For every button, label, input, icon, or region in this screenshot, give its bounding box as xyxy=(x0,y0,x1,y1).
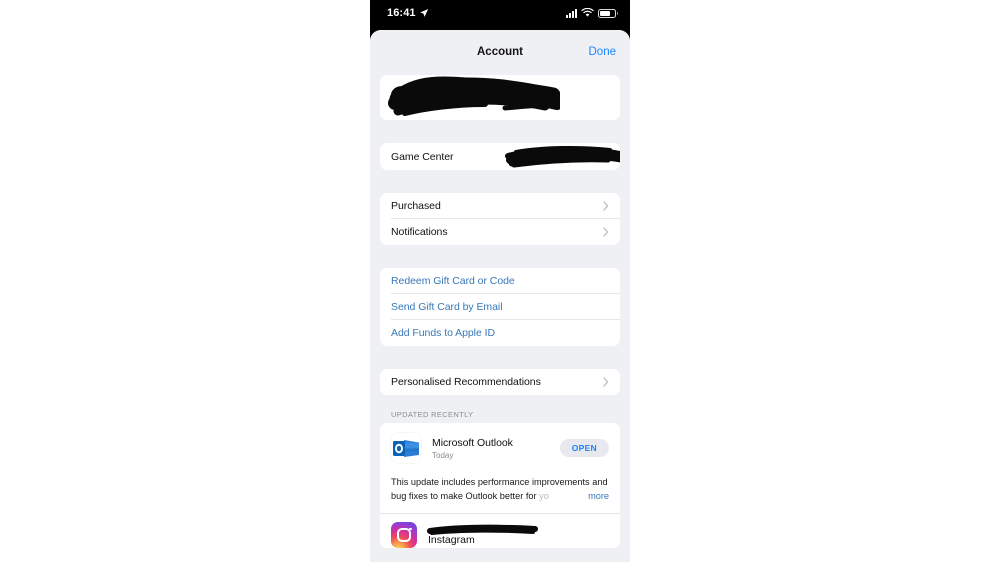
personalised-recommendations-card: Personalised Recommendations xyxy=(380,369,620,395)
game-center-row[interactable]: Game Center xyxy=(380,143,620,170)
sidebar-item-notifications[interactable]: Notifications xyxy=(380,219,620,245)
release-notes-line-1: This update includes performance improve… xyxy=(391,477,590,487)
open-button[interactable]: OPEN xyxy=(559,439,609,457)
app-release-notes: This update includes performance improve… xyxy=(380,471,620,513)
send-gift-card-button[interactable]: Send Gift Card by Email xyxy=(380,294,620,320)
more-link[interactable]: more xyxy=(582,489,609,503)
sidebar-item-personalised-recommendations[interactable]: Personalised Recommendations xyxy=(380,369,620,395)
redeem-gift-card-label: Redeem Gift Card or Code xyxy=(391,275,515,287)
app-meta: Microsoft Outlook Today xyxy=(432,437,560,460)
iphone-device-frame: 16:41 Account Done Game Center Purchased… xyxy=(370,0,630,562)
app-name: Microsoft Outlook xyxy=(432,436,513,449)
section-header-updated-recently: UPDATED RECENTLY xyxy=(391,410,474,419)
settings-scroll-content[interactable]: Game Center Purchased Notifications Rede… xyxy=(370,75,630,562)
location-arrow-icon xyxy=(420,9,429,17)
microsoft-outlook-icon xyxy=(391,433,421,463)
add-funds-button[interactable]: Add Funds to Apple ID xyxy=(380,320,620,346)
status-bar-time: 16:41 xyxy=(387,7,416,19)
status-bar-indicators xyxy=(566,8,618,18)
navigation-bar: Account Done xyxy=(370,30,630,75)
notifications-label: Notifications xyxy=(391,226,448,238)
app-meta: Instagram xyxy=(427,524,609,546)
release-notes-truncated-tail: yo xyxy=(539,491,549,501)
screenshot-stage: 16:41 Account Done Game Center Purchased… xyxy=(0,0,1000,562)
done-button[interactable]: Done xyxy=(589,46,617,58)
redaction-scribble-apple-id xyxy=(388,76,560,116)
app-update-date: Today xyxy=(432,450,454,460)
chevron-right-icon xyxy=(603,377,609,387)
sidebar-item-purchased[interactable]: Purchased xyxy=(380,193,620,219)
cellular-signal-icon xyxy=(566,8,577,18)
chevron-right-icon xyxy=(603,227,609,237)
purchased-label: Purchased xyxy=(391,200,441,212)
apple-id-row[interactable] xyxy=(380,75,620,120)
wifi-icon xyxy=(581,8,594,17)
personalised-recommendations-label: Personalised Recommendations xyxy=(391,376,541,388)
redeem-gift-card-button[interactable]: Redeem Gift Card or Code xyxy=(380,268,620,294)
app-name: Instagram xyxy=(428,533,475,546)
battery-icon xyxy=(598,8,618,18)
status-bar: 16:41 xyxy=(370,0,630,30)
send-gift-card-label: Send Gift Card by Email xyxy=(391,301,503,313)
separator xyxy=(380,513,620,514)
account-menu-card: Purchased Notifications xyxy=(380,193,620,245)
add-funds-label: Add Funds to Apple ID xyxy=(391,327,496,339)
game-center-row-inner[interactable]: Game Center xyxy=(380,143,620,170)
game-center-label: Game Center xyxy=(391,150,454,163)
updated-apps-card: Microsoft Outlook Today OPEN This update… xyxy=(380,423,620,548)
app-row-microsoft-outlook[interactable]: Microsoft Outlook Today OPEN xyxy=(380,423,620,471)
account-modal-sheet: Account Done Game Center Purchased Notif… xyxy=(370,30,630,562)
app-row-instagram[interactable]: Instagram xyxy=(380,513,620,548)
chevron-right-icon xyxy=(603,201,609,211)
instagram-icon xyxy=(391,522,417,548)
gift-card-actions-card: Redeem Gift Card or Code Send Gift Card … xyxy=(380,268,620,346)
